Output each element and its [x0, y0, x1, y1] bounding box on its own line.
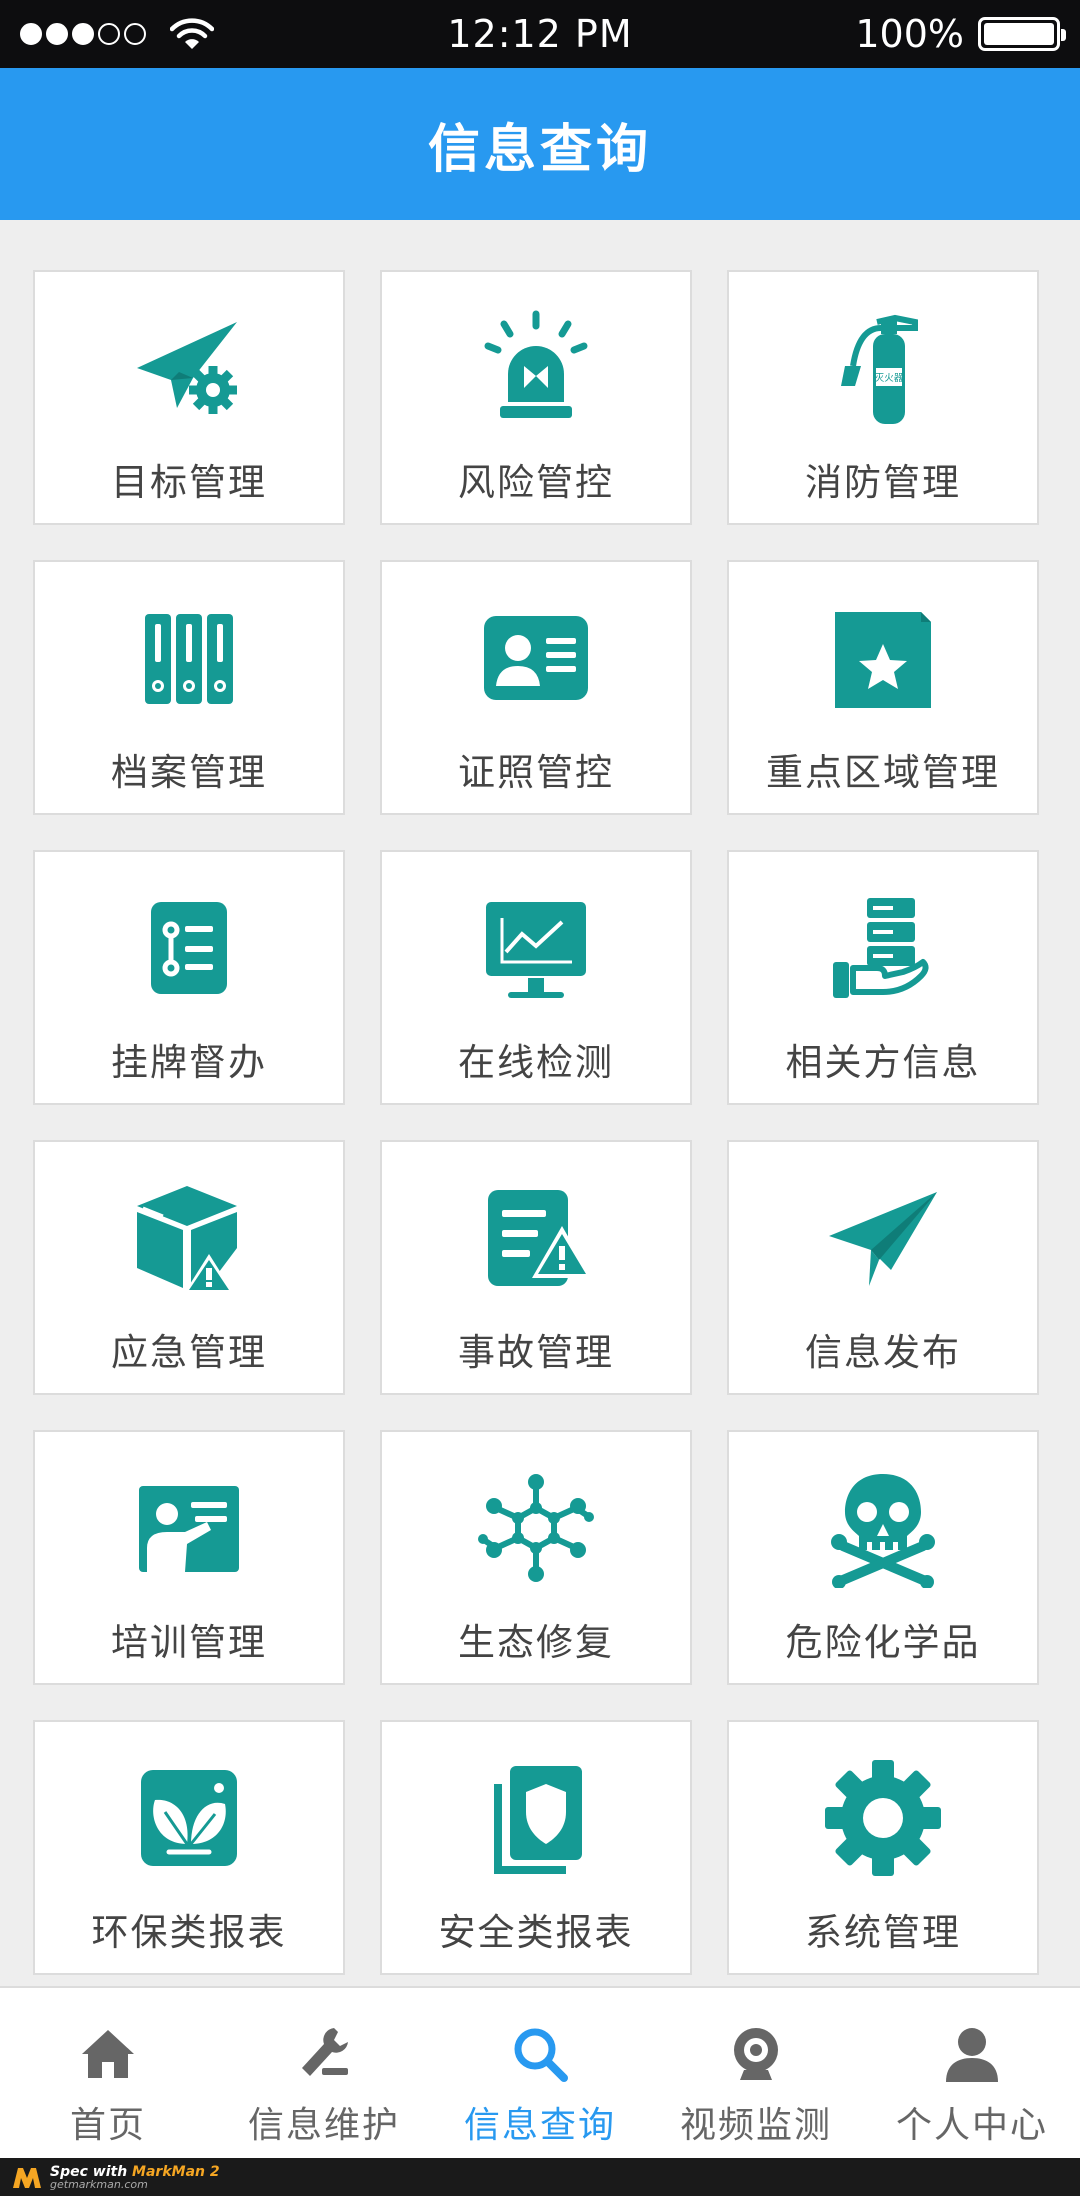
webcam-icon	[734, 2028, 778, 2080]
tile-label: 相关方信息	[785, 1041, 981, 1084]
server-hand-icon	[833, 898, 929, 998]
home-icon	[82, 2030, 134, 2078]
document-warning-icon	[488, 1190, 592, 1286]
wifi-icon	[170, 18, 214, 49]
tile-ecological-restoration[interactable]: 生态修复	[380, 1430, 692, 1685]
status-bar: 12:12 PM 100%	[0, 0, 1080, 68]
tile-label: 风险管控	[458, 461, 614, 504]
tile-label: 环保类报表	[91, 1911, 287, 1954]
tile-label: 应急管理	[111, 1331, 267, 1374]
nav-item-home[interactable]: 首页	[0, 1988, 216, 2160]
gear-icon	[825, 1760, 941, 1876]
tools-icon	[302, 2028, 348, 2076]
signal-dot	[72, 23, 94, 45]
nav-label: 个人中心	[895, 2105, 1048, 2146]
tile-environmental-reports[interactable]: 环保类报表	[33, 1720, 345, 1975]
fire-extinguisher-icon: 灭火器	[841, 314, 918, 424]
tile-label: 证照管控	[458, 751, 614, 794]
watermark-url: getmarkman.com	[50, 2177, 148, 2191]
binders-icon	[145, 614, 233, 704]
app-header: 信息查询	[0, 68, 1080, 220]
tile-fire-management[interactable]: 灭火器 消防管理	[727, 270, 1039, 525]
nav-label: 信息维护	[247, 2105, 400, 2146]
paper-plane-icon	[829, 1192, 937, 1286]
tile-label: 安全类报表	[438, 1911, 634, 1954]
leaf-card-icon	[141, 1770, 237, 1866]
nav-label: 首页	[69, 2105, 146, 2146]
tile-label: 目标管理	[111, 461, 267, 504]
tile-target-management[interactable]: 目标管理	[33, 270, 345, 525]
tile-training-management[interactable]: 培训管理	[33, 1430, 345, 1685]
tile-label: 生态修复	[458, 1621, 614, 1664]
tile-label: 挂牌督办	[111, 1041, 267, 1084]
tile-label: 重点区域管理	[766, 751, 1000, 794]
skull-crossbones-icon	[831, 1474, 935, 1588]
monitor-chart-icon	[486, 902, 586, 998]
molecule-icon	[478, 1474, 594, 1582]
tile-label: 系统管理	[805, 1911, 961, 1954]
star-folder-icon	[835, 612, 931, 708]
tile-label: 档案管理	[111, 751, 267, 794]
target-icon	[137, 322, 237, 414]
tile-safety-reports[interactable]: 安全类报表	[380, 1720, 692, 1975]
tile-related-party-info[interactable]: 相关方信息	[727, 850, 1039, 1105]
nav-item-video-monitoring[interactable]: 视频监测	[648, 1988, 864, 2160]
signal-dot	[124, 23, 146, 45]
person-icon	[946, 2028, 998, 2082]
battery-status: 100%	[855, 12, 1066, 56]
search-icon	[514, 2028, 568, 2082]
nav-label: 视频监测	[679, 2105, 832, 2146]
tile-info-publish[interactable]: 信息发布	[727, 1140, 1039, 1395]
signal-dot	[20, 23, 42, 45]
tile-label: 事故管理	[458, 1331, 614, 1374]
tile-emergency-management[interactable]: 应急管理	[33, 1140, 345, 1395]
nav-item-personal-center[interactable]: 个人中心	[864, 1988, 1080, 2160]
tile-system-management[interactable]: 系统管理	[727, 1720, 1039, 1975]
signal-dot	[46, 23, 68, 45]
markman-watermark: Spec with MarkMan 2 getmarkman.com	[0, 2158, 1080, 2196]
signal-strength	[20, 17, 214, 51]
signal-dot	[98, 23, 120, 45]
alarm-light-icon	[484, 310, 588, 418]
id-card-icon	[484, 616, 588, 700]
box-warning-icon	[137, 1186, 237, 1292]
feature-grid: 目标管理 风险管控 灭火器 消防管理 档案管理 证照管控 重点区域管理 挂牌督办…	[33, 270, 1039, 1975]
tile-label: 在线检测	[458, 1041, 614, 1084]
fire-extinguisher-label: 灭火器	[875, 373, 904, 384]
tile-archive-management[interactable]: 档案管理	[33, 560, 345, 815]
tile-accident-management[interactable]: 事故管理	[380, 1140, 692, 1395]
bottom-nav: 首页 信息维护 信息查询 视频监测 个人中心	[0, 1986, 1080, 2158]
tile-label: 培训管理	[111, 1621, 267, 1664]
nav-item-info-maintenance[interactable]: 信息维护	[216, 1988, 432, 2160]
battery-icon	[978, 17, 1066, 51]
tile-risk-control[interactable]: 风险管控	[380, 270, 692, 525]
tile-label: 消防管理	[805, 461, 961, 504]
tile-label: 信息发布	[805, 1331, 961, 1374]
checklist-icon	[151, 902, 227, 994]
battery-percent: 100%	[855, 12, 964, 56]
tile-listed-supervision[interactable]: 挂牌督办	[33, 850, 345, 1105]
tile-online-detection[interactable]: 在线检测	[380, 850, 692, 1105]
page-title: 信息查询	[427, 119, 652, 180]
shield-document-icon	[494, 1766, 582, 1874]
tile-hazardous-chemicals[interactable]: 危险化学品	[727, 1430, 1039, 1685]
teacher-board-icon	[139, 1486, 239, 1572]
nav-item-info-query[interactable]: 信息查询	[432, 1988, 648, 2160]
tile-label: 危险化学品	[785, 1621, 981, 1664]
tile-license-control[interactable]: 证照管控	[380, 560, 692, 815]
tile-key-area-management[interactable]: 重点区域管理	[727, 560, 1039, 815]
nav-label: 信息查询	[463, 2105, 616, 2146]
markman-logo-icon	[13, 2168, 41, 2188]
